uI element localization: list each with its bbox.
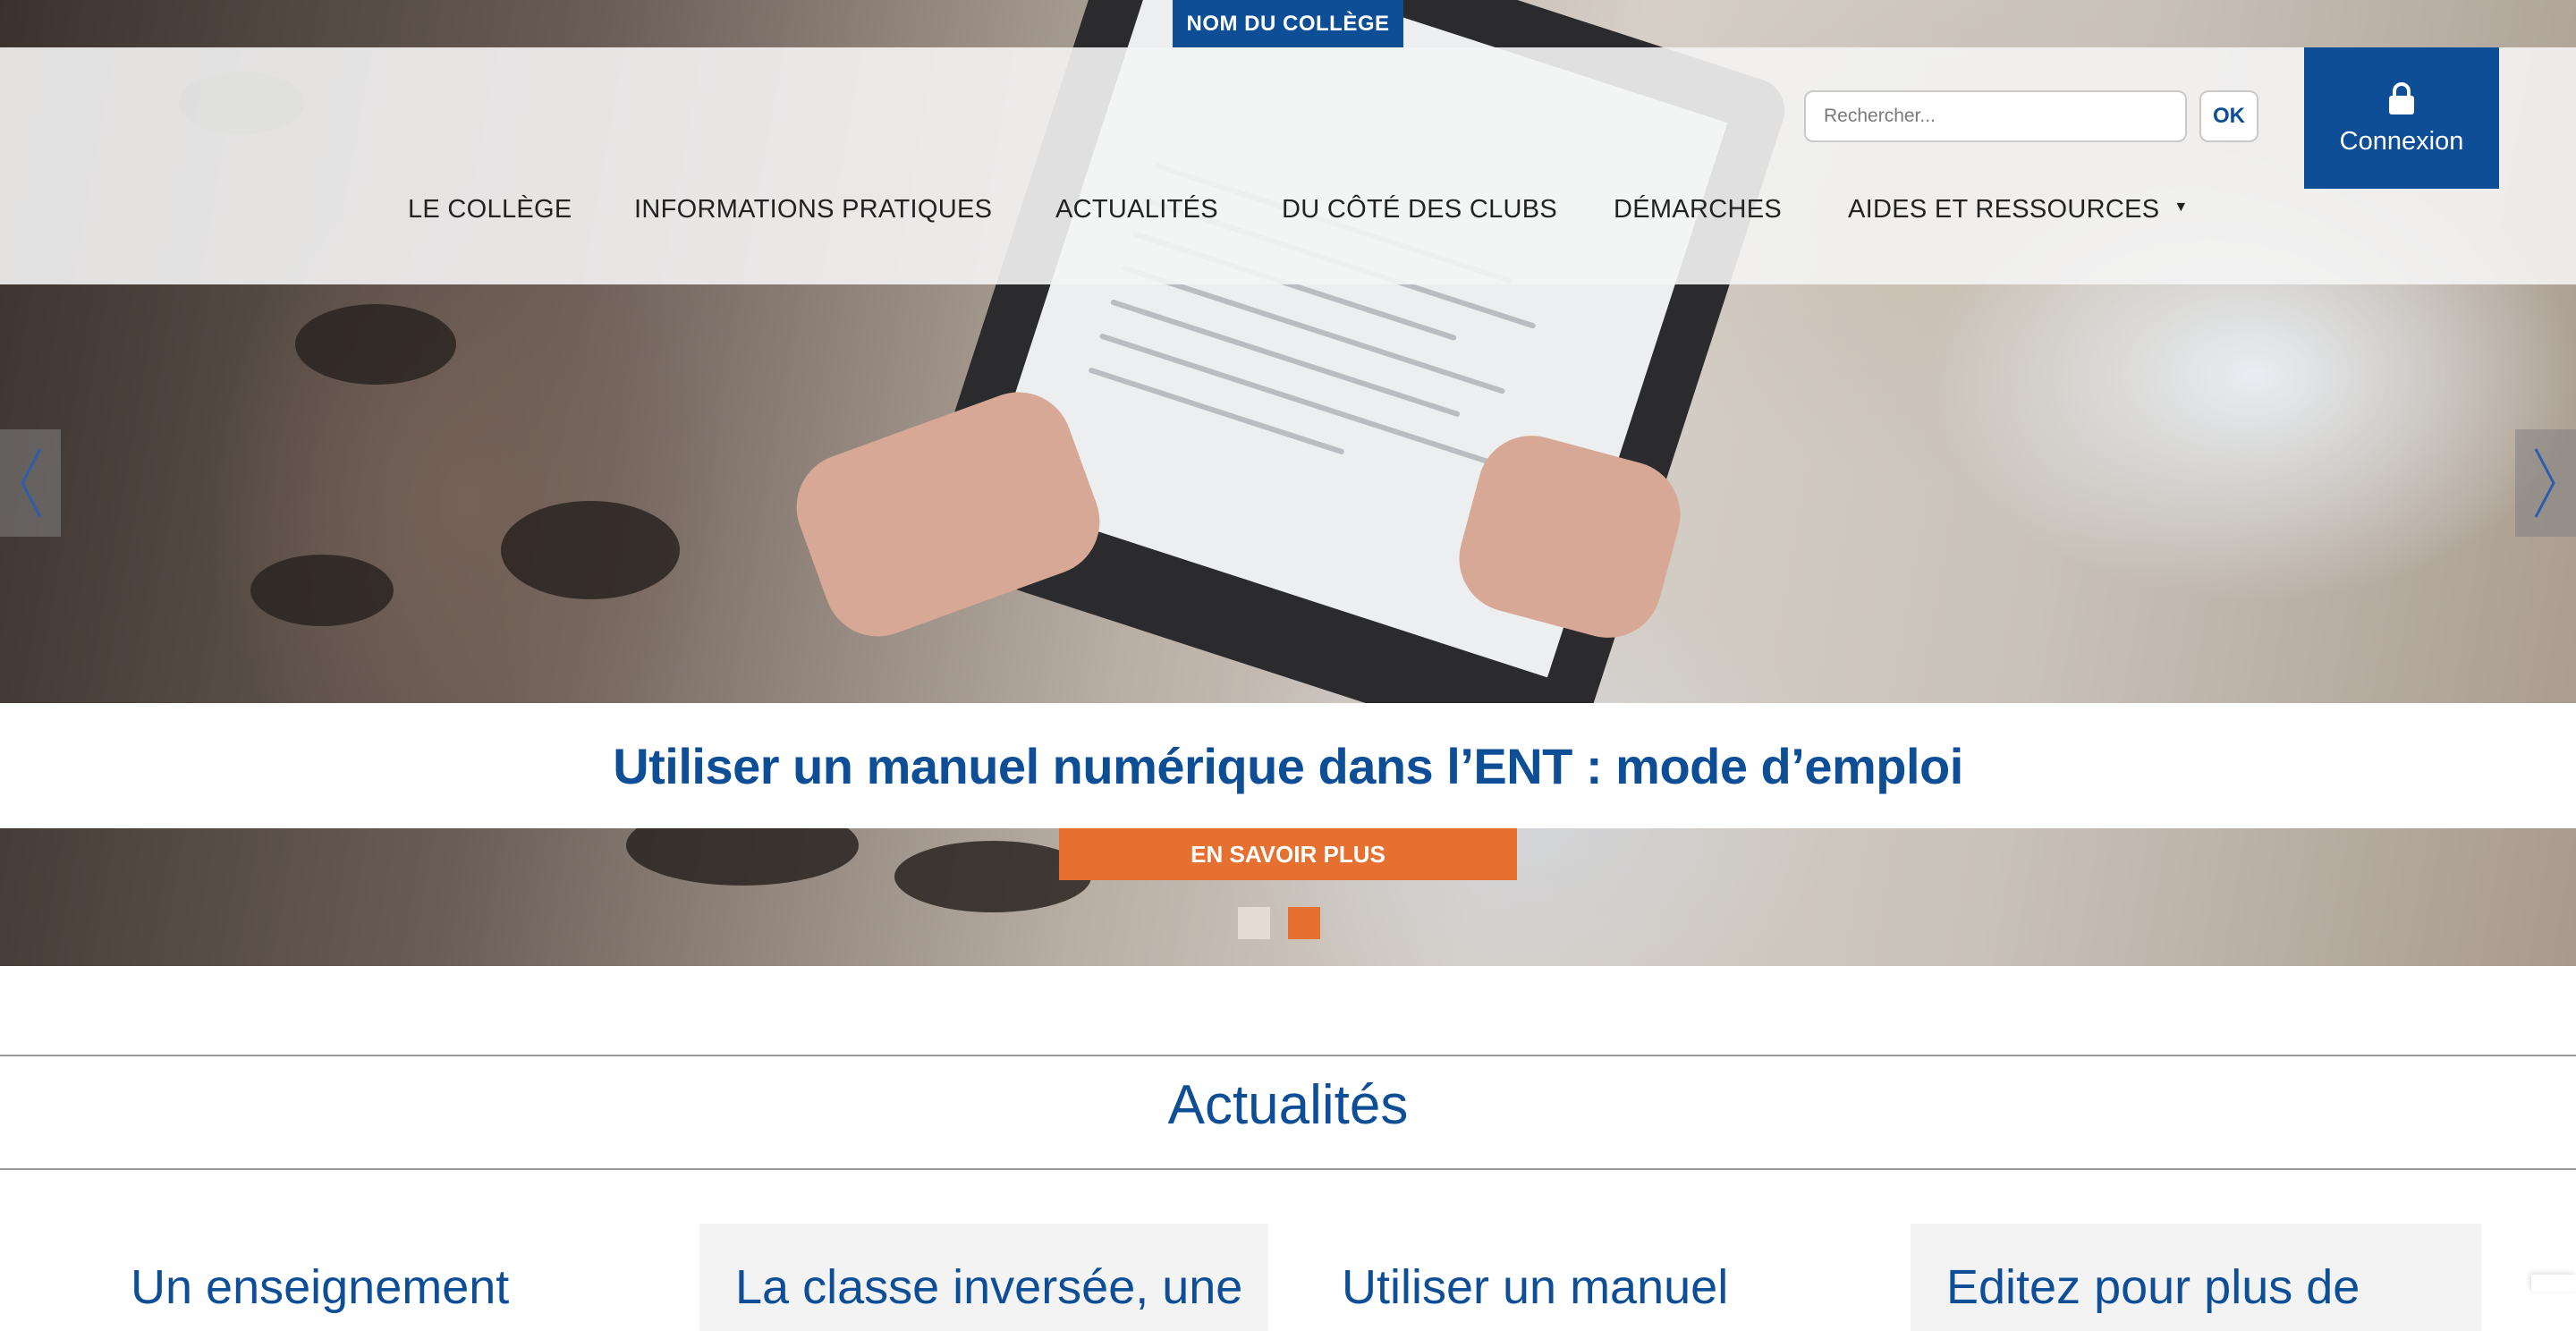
news-section-title: Actualités (1167, 1074, 1409, 1136)
carousel-dot-2-active[interactable] (1288, 907, 1320, 939)
search-input[interactable] (1804, 90, 2187, 142)
chevron-right-icon (2534, 448, 2555, 518)
carousel-dot-1[interactable] (1238, 907, 1270, 939)
login-label: Connexion (2339, 126, 2464, 156)
background-pattern (250, 555, 394, 626)
college-name-badge[interactable]: NOM DU COLLÈGE (1173, 0, 1403, 47)
search-submit-button[interactable]: OK (2199, 90, 2258, 142)
nav-item-label: AIDES ET RESSOURCES (1848, 195, 2160, 224)
news-card[interactable]: Utiliser un manuel (1306, 1224, 1846, 1331)
section-divider-top (0, 1055, 2576, 1056)
background-pattern (295, 304, 456, 385)
slide-caption: Utiliser un manuel numérique dans l’ENT … (0, 703, 2576, 828)
page-corner-shadow (2531, 1275, 2576, 1292)
caret-down-icon: ▼ (2174, 199, 2189, 216)
nav-item-le-college[interactable]: LE COLLÈGE (408, 195, 572, 225)
news-card[interactable]: Editez pour plus de (1911, 1224, 2481, 1331)
login-button[interactable]: Connexion (2304, 47, 2499, 189)
chevron-left-icon (21, 448, 42, 518)
learn-more-button[interactable]: EN SAVOIR PLUS (1059, 828, 1517, 880)
background-pattern (501, 501, 680, 599)
main-navigation: LE COLLÈGE INFORMATIONS PRATIQUES ACTUAL… (0, 195, 2576, 236)
news-card[interactable]: Un enseignement (95, 1224, 635, 1331)
hand-illustration (781, 377, 1115, 652)
nav-item-du-cote-des-clubs[interactable]: DU CÔTÉ DES CLUBS (1282, 195, 1557, 225)
news-card-title[interactable]: Utiliser un manuel (1342, 1259, 1728, 1315)
news-card[interactable]: La classe inversée, une (699, 1224, 1268, 1331)
news-card-title[interactable]: Editez pour plus de (1946, 1259, 2360, 1315)
news-card-title[interactable]: La classe inversée, une (735, 1259, 1242, 1315)
section-divider-bottom (0, 1168, 2576, 1170)
nav-item-aides-et-ressources[interactable]: AIDES ET RESSOURCES ▼ (1848, 195, 2189, 225)
nav-item-informations-pratiques[interactable]: INFORMATIONS PRATIQUES (634, 195, 992, 225)
lock-icon (2389, 81, 2414, 114)
news-card-title[interactable]: Un enseignement (131, 1259, 509, 1315)
nav-item-actualites[interactable]: ACTUALITÉS (1055, 195, 1218, 225)
nav-item-demarches[interactable]: DÉMARCHES (1614, 195, 1782, 225)
carousel-next-button[interactable] (2515, 429, 2576, 537)
slide-title[interactable]: Utiliser un manuel numérique dans l’ENT … (613, 737, 1963, 795)
site-header (0, 47, 2576, 284)
carousel-prev-button[interactable] (0, 429, 61, 537)
